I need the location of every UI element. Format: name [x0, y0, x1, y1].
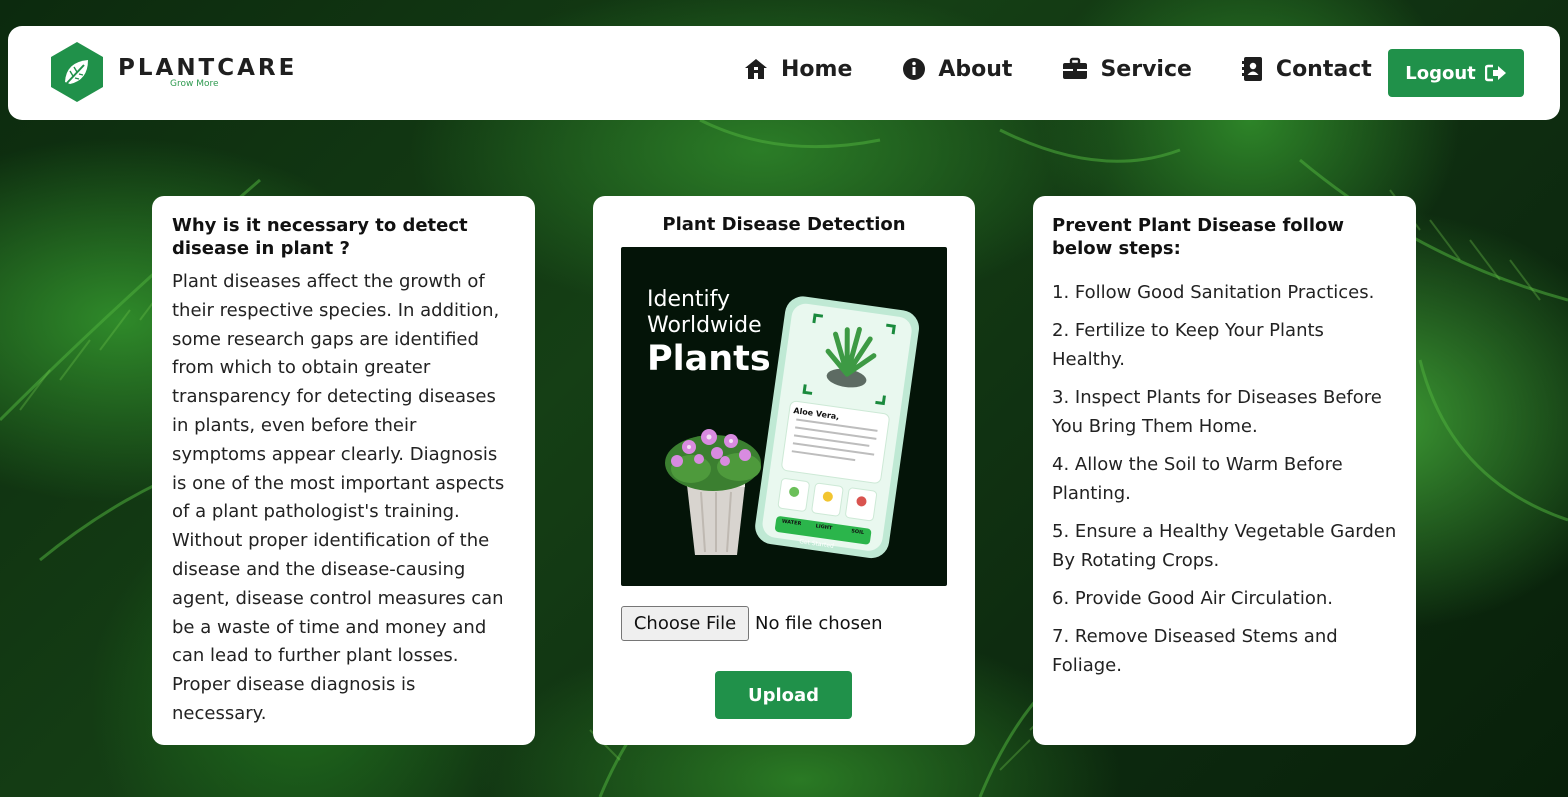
- prevention-steps-list: 1. Follow Good Sanitation Practices. 2. …: [1052, 278, 1397, 680]
- why-detect-card: Why is it necessary to detect disease in…: [152, 196, 535, 745]
- leaf-logo-icon: [51, 42, 103, 102]
- prevent-disease-card: Prevent Plant Disease follow below steps…: [1033, 196, 1416, 745]
- identify-plants-banner: Identify Worldwide Plants Aloe Vera, WAT…: [621, 247, 947, 586]
- prevention-step: 3. Inspect Plants for Diseases Before Yo…: [1052, 387, 1382, 437]
- detection-title: Plant Disease Detection: [662, 214, 906, 235]
- prevent-heading: Prevent Plant Disease follow below steps…: [1052, 215, 1344, 259]
- detection-card: Plant Disease Detection Identify Worldwi…: [593, 196, 975, 745]
- nav-contact-link[interactable]: Contact: [1241, 56, 1372, 82]
- prevention-step: 6. Provide Good Air Circulation.: [1052, 588, 1333, 609]
- prevention-step: 2. Fertilize to Keep Your Plants Healthy…: [1052, 320, 1324, 370]
- home-icon: [745, 59, 767, 79]
- prevention-step: 1. Follow Good Sanitation Practices.: [1052, 282, 1375, 303]
- prevention-step: 5. Ensure a Healthy Vegetable Garden By …: [1052, 521, 1397, 571]
- file-picker: Choose File No file chosen: [621, 606, 883, 641]
- nav-home-link[interactable]: Home: [743, 57, 852, 82]
- briefcase-icon: [1063, 57, 1088, 79]
- prevention-step: 4. Allow the Soil to Warm Before Plantin…: [1052, 454, 1343, 504]
- logout-icon: [1484, 64, 1506, 82]
- nav-service-link[interactable]: Service: [1062, 56, 1192, 82]
- why-detect-body: Plant diseases affect the growth of thei…: [172, 271, 505, 724]
- choose-file-button[interactable]: Choose File: [621, 606, 749, 641]
- prevention-step: 7. Remove Diseased Stems and Foliage.: [1052, 626, 1338, 676]
- brand-logo[interactable]: PLANTCARE Grow More: [48, 40, 297, 104]
- info-icon: [903, 58, 926, 80]
- brand-name: PLANTCARE: [118, 55, 298, 81]
- contact-card-icon: [1241, 57, 1262, 81]
- nav-links: Home About Service Contact: [743, 56, 1372, 82]
- upload-button[interactable]: Upload: [715, 671, 852, 719]
- nav-about-link[interactable]: About: [902, 57, 1012, 82]
- nav-home-label: Home: [781, 56, 853, 82]
- phone-illustration: Aloe Vera, WATER LIGHT SOIL Get Started: [665, 296, 919, 559]
- nav-about-label: About: [938, 56, 1013, 82]
- file-status-text: No file chosen: [755, 613, 883, 634]
- logout-label: Logout: [1405, 62, 1476, 84]
- nav-contact-label: Contact: [1275, 56, 1372, 82]
- logout-button[interactable]: Logout: [1388, 49, 1524, 97]
- why-detect-heading: Why is it necessary to detect disease in…: [172, 215, 468, 259]
- nav-service-label: Service: [1100, 56, 1192, 82]
- top-navbar: PLANTCARE Grow More Home About Service C…: [8, 26, 1560, 120]
